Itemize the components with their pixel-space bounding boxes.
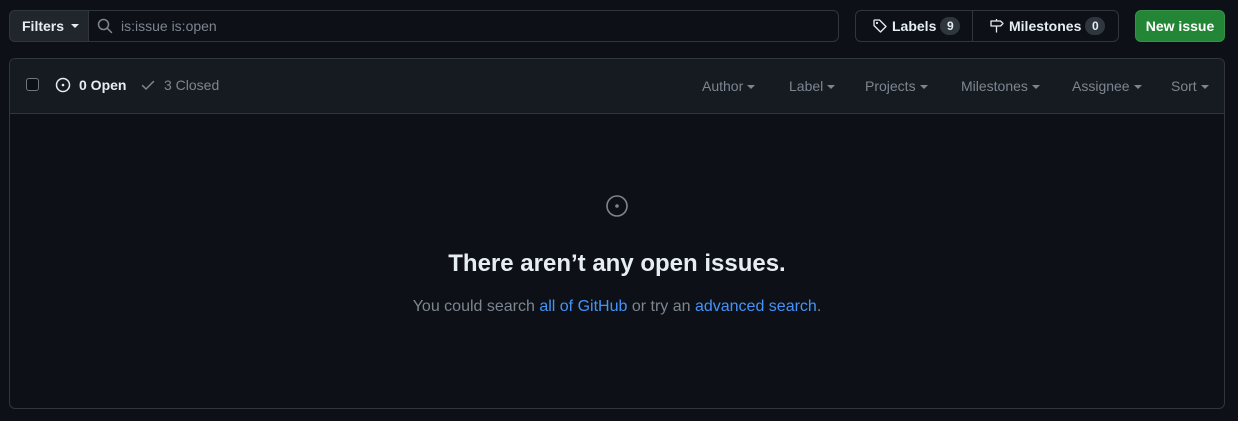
- blankslate-text-prefix: You could search: [412, 298, 540, 315]
- labels-label: Labels: [892, 18, 937, 34]
- label-filter[interactable]: Label: [789, 78, 836, 94]
- blankslate-text-mid: or try an: [627, 298, 695, 315]
- chevron-down-icon: [919, 85, 928, 90]
- projects-filter[interactable]: Projects: [865, 78, 928, 94]
- chevron-down-icon: [1200, 85, 1209, 90]
- issue-opened-icon: [606, 195, 628, 217]
- filters-button[interactable]: Filters: [9, 10, 89, 42]
- search-box[interactable]: [88, 10, 839, 42]
- issues-toolbar: Filters Labels 9 Milestones 0 Ne: [9, 10, 1225, 42]
- advanced-search-link[interactable]: advanced search: [695, 298, 817, 315]
- label-filter-label: Label: [789, 78, 824, 94]
- milestones-filter-label: Milestones: [961, 78, 1028, 94]
- chevron-down-icon: [1031, 85, 1040, 90]
- sort-filter[interactable]: Sort: [1171, 78, 1209, 94]
- assignee-filter-label: Assignee: [1072, 78, 1130, 94]
- blankslate: There aren’t any open issues. You could …: [10, 114, 1224, 408]
- labels-button[interactable]: Labels 9: [856, 11, 973, 41]
- select-all-checkbox[interactable]: [26, 78, 39, 91]
- chevron-down-icon: [71, 24, 80, 28]
- labels-count-badge: 9: [940, 17, 961, 35]
- author-filter-label: Author: [702, 78, 744, 94]
- blankslate-text-suffix: .: [816, 298, 822, 315]
- blankslate-title: There aren’t any open issues.: [448, 250, 786, 277]
- filters-label: Filters: [22, 18, 65, 34]
- blankslate-description: You could search all of GitHub or try an…: [10, 298, 1224, 316]
- sort-filter-label: Sort: [1171, 78, 1197, 94]
- author-filter[interactable]: Author: [702, 78, 756, 94]
- chevron-down-icon: [827, 85, 836, 90]
- milestones-label: Milestones: [1009, 18, 1082, 34]
- tag-icon: [873, 19, 887, 33]
- open-issues-label: 0 Open: [79, 77, 127, 93]
- all-of-github-link[interactable]: all of GitHub: [539, 298, 627, 315]
- milestones-filter[interactable]: Milestones: [961, 78, 1040, 94]
- labels-milestones-group: Labels 9 Milestones 0: [855, 10, 1119, 42]
- chevron-down-icon: [1133, 85, 1142, 90]
- issue-opened-icon: [55, 77, 71, 93]
- projects-filter-label: Projects: [865, 78, 916, 94]
- check-icon: [141, 80, 155, 90]
- new-issue-button[interactable]: New issue: [1135, 10, 1225, 42]
- search-icon: [97, 18, 113, 34]
- open-issues-tab[interactable]: 0 Open: [55, 77, 126, 93]
- issues-list: 0 Open 3 Closed Author Label Projects Mi…: [9, 58, 1225, 409]
- closed-issues-tab[interactable]: 3 Closed: [140, 77, 219, 93]
- closed-issues-label: 3 Closed: [164, 77, 220, 93]
- search-input[interactable]: [121, 18, 821, 34]
- milestone-icon: [990, 19, 1004, 33]
- chevron-down-icon: [747, 85, 756, 90]
- assignee-filter[interactable]: Assignee: [1072, 78, 1142, 94]
- issues-list-header: 0 Open 3 Closed Author Label Projects Mi…: [10, 59, 1224, 114]
- milestones-count-badge: 0: [1085, 17, 1106, 35]
- milestones-button[interactable]: Milestones 0: [973, 11, 1121, 41]
